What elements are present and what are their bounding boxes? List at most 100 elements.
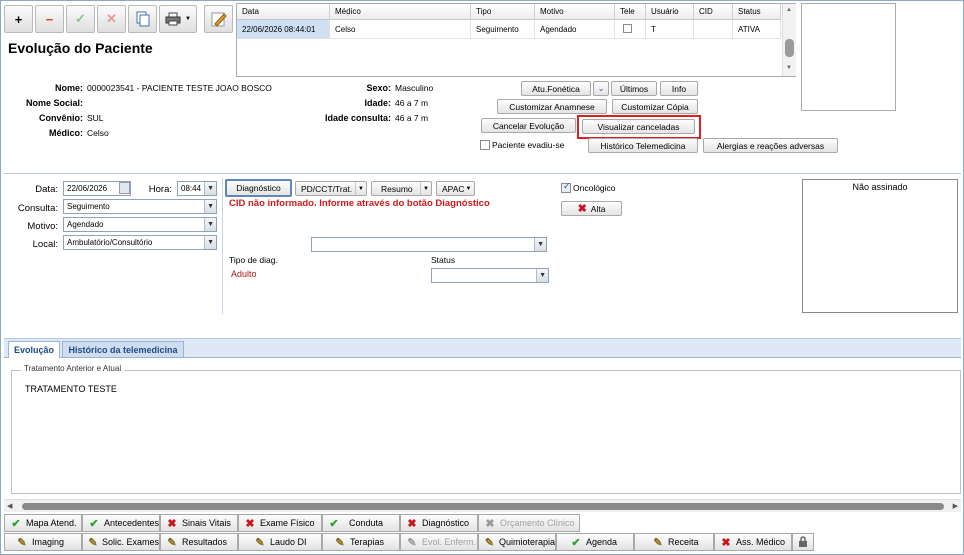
alergias-button[interactable]: Alergias e reações adversas xyxy=(703,138,838,153)
sinais-vitais-button[interactable]: ✖ Sinais Vitais xyxy=(160,514,238,532)
cancel-button[interactable]: ✕ xyxy=(97,5,126,33)
exame-fisico-button[interactable]: ✖ Exame Físico xyxy=(238,514,322,532)
motivo-select[interactable]: Agendado ▼ xyxy=(63,217,217,232)
terapias-button[interactable]: ✎ Terapias xyxy=(322,533,400,551)
patient-convenio: SUL xyxy=(87,113,104,123)
evol-enferm-button[interactable]: ✎ Evol. Enferm. xyxy=(400,533,478,551)
scroll-down-icon[interactable]: ▼ xyxy=(786,65,792,71)
imaging-button[interactable]: ✎ Imaging xyxy=(4,533,82,551)
x-icon: ✖ xyxy=(245,517,255,530)
ultimos-button[interactable]: Últimos xyxy=(611,81,657,96)
paciente-evadiu-checkbox[interactable] xyxy=(480,140,490,150)
nome-label: Nome: xyxy=(54,83,83,93)
chevron-down-icon: ▼ xyxy=(207,185,214,192)
cancelar-evolucao-button[interactable]: Cancelar Evolução xyxy=(481,118,576,133)
scroll-thumb[interactable] xyxy=(22,503,944,510)
vertical-scrollbar[interactable]: ▲ ▼ xyxy=(782,4,796,76)
solic-exames-button[interactable]: ✎ Solic. Exames xyxy=(82,533,160,551)
scroll-left-icon[interactable]: ◀ xyxy=(7,502,12,510)
copy-icon xyxy=(136,11,149,27)
patient-idade-consulta: 46 a 7 m xyxy=(395,113,429,123)
chevron-down-icon: ▼ xyxy=(207,239,214,246)
status-select[interactable]: ▼ xyxy=(431,268,549,283)
resumo-dropdown[interactable]: Resumo ▼ xyxy=(371,181,432,196)
divider xyxy=(222,178,223,314)
laudo-di-button[interactable]: ✎ Laudo DI xyxy=(238,533,322,551)
table-cell: Agendado xyxy=(535,20,615,39)
receita-button[interactable]: ✎ Receita xyxy=(634,533,714,551)
status-label: Status xyxy=(431,255,456,265)
patient-name: 0000023541 - PACIENTE TESTE JOAO BOSCO xyxy=(87,83,272,93)
tab-evolucao[interactable]: Evolução xyxy=(8,341,60,358)
horizontal-scrollbar[interactable]: ◀ ▶ xyxy=(4,499,961,512)
oncologico-checkbox[interactable]: ✓ xyxy=(561,181,571,193)
diagnosis-select[interactable]: ▼ xyxy=(311,237,547,252)
lock-button[interactable] xyxy=(792,533,814,551)
pd-cct-trat-dropdown[interactable]: PD/CCT/Trat. ▼ xyxy=(295,181,367,196)
resultados-button[interactable]: ✎ Resultados xyxy=(160,533,238,551)
chevron-down-icon: ▼ xyxy=(539,272,546,279)
idade-label: Idade: xyxy=(364,98,391,108)
customizar-anamnese-button[interactable]: Customizar Anamnese xyxy=(497,99,607,114)
evolution-grid[interactable]: Data Médico Tipo Motivo Tele Usuário CID… xyxy=(236,3,796,77)
chevron-down-icon: ⌄ xyxy=(597,83,605,93)
nome-social-label: Nome Social: xyxy=(25,98,83,108)
column-header[interactable]: Motivo xyxy=(535,4,615,20)
customizar-copia-button[interactable]: Customizar Cópia xyxy=(612,99,698,114)
apac-dropdown[interactable]: APAC ▼ xyxy=(436,181,475,196)
scroll-up-icon[interactable]: ▲ xyxy=(786,7,792,13)
scroll-right-icon[interactable]: ▶ xyxy=(953,502,958,510)
consulta-select[interactable]: Seguimento ▼ xyxy=(63,199,217,214)
mapa-atend-button[interactable]: ✔ Mapa Atend. xyxy=(4,514,82,532)
pencil-icon: ✎ xyxy=(335,536,345,549)
chevron-down-icon: ▼ xyxy=(185,16,191,22)
alta-button[interactable]: ✖ Alta xyxy=(561,201,622,216)
atu-fonetica-button[interactable]: Atu.Fonética xyxy=(521,81,591,96)
visualizar-canceladas-button[interactable]: Visualizar canceladas xyxy=(582,119,695,134)
edit-button[interactable] xyxy=(204,5,233,33)
column-header[interactable]: Médico xyxy=(330,4,471,20)
lock-icon xyxy=(799,536,807,547)
add-button[interactable]: + xyxy=(4,5,33,33)
diagnostico-button[interactable]: Diagnóstico xyxy=(225,179,292,197)
tele-checkbox[interactable] xyxy=(623,24,632,33)
orcamento-clinico-button[interactable]: ✖ Orçamento Clínico xyxy=(478,514,580,532)
x-icon: ✖ xyxy=(721,536,731,549)
expand-button[interactable]: ⌄ xyxy=(593,81,609,96)
tab-historico-telemedicina[interactable]: Histórico da telemedicina xyxy=(62,341,184,357)
column-header[interactable]: Tipo xyxy=(471,4,535,20)
antecedentes-button[interactable]: ✔ Antecedentes xyxy=(82,514,160,532)
column-header[interactable]: Tele xyxy=(615,4,646,20)
ass-medico-button[interactable]: ✖ Ass. Médico xyxy=(714,533,792,551)
chevron-down-icon: ▼ xyxy=(465,185,472,192)
scroll-thumb[interactable] xyxy=(785,39,794,57)
copy-button[interactable] xyxy=(128,5,157,33)
paciente-evadiu-label: Paciente evadiu-se xyxy=(492,140,565,150)
column-header[interactable]: Status xyxy=(733,4,781,20)
info-button[interactable]: Info xyxy=(660,81,698,96)
column-header[interactable]: Usuário xyxy=(646,4,694,20)
diagnostico-tab-button[interactable]: ✖ Diagnóstico xyxy=(400,514,478,532)
column-header[interactable]: Data xyxy=(237,4,330,20)
quimioterapia-button[interactable]: ✎ Quimioterapia xyxy=(478,533,556,551)
remove-button[interactable]: − xyxy=(35,5,64,33)
consulta-label: Consulta: xyxy=(17,203,58,214)
table-cell xyxy=(615,20,646,39)
printer-icon xyxy=(165,12,181,26)
treatment-text[interactable]: TRATAMENTO TESTE xyxy=(25,384,117,394)
column-header[interactable]: CID xyxy=(694,4,733,20)
patient-sexo: Masculino xyxy=(395,83,434,93)
local-select[interactable]: Ambulatório/Consultório ▼ xyxy=(63,235,217,250)
agenda-button[interactable]: ✔ Agenda xyxy=(556,533,634,551)
confirm-button[interactable]: ✓ xyxy=(66,5,95,33)
calendar-icon[interactable] xyxy=(119,182,130,194)
patient-medico: Celso xyxy=(87,128,109,138)
print-button[interactable]: ▼ xyxy=(159,5,197,33)
conduta-button[interactable]: ✔ Conduta xyxy=(322,514,400,532)
x-icon: ✖ xyxy=(407,517,417,530)
check-icon: ✓ xyxy=(563,181,571,191)
treatment-legend: Tratamento Anterior e Atual xyxy=(21,364,125,373)
historico-telemedicina-button[interactable]: Histórico Telemedicina xyxy=(588,138,698,153)
hora-select[interactable]: 08:44 ▼ xyxy=(177,181,217,196)
treatment-fieldset[interactable] xyxy=(11,370,961,494)
